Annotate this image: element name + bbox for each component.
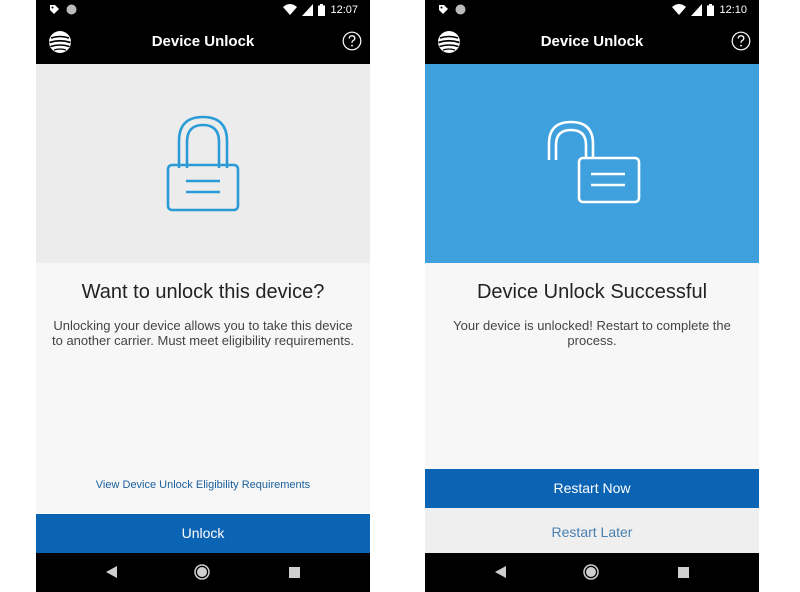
recent-apps-icon[interactable] (678, 567, 689, 578)
status-bar: 12:07 (36, 0, 370, 20)
eligibility-requirements-link[interactable]: View Device Unlock Eligibility Requireme… (36, 479, 370, 491)
hero-banner (425, 64, 759, 263)
cell-signal-icon (691, 4, 703, 16)
phone-screen-unlock-prompt: 12:07 Device Unlock Want to unlock this … (36, 0, 370, 592)
help-circle-icon[interactable] (342, 31, 362, 51)
app-title: Device Unlock (151, 33, 255, 50)
help-circle-icon[interactable] (731, 31, 751, 51)
cell-signal-icon (302, 4, 314, 16)
battery-icon (318, 4, 326, 16)
app-bar: Device Unlock (425, 20, 759, 64)
phone-screen-unlock-success: 12:10 Device Unlock Device Unlock Succes… (425, 0, 759, 592)
page-heading: Want to unlock this device? (81, 281, 325, 303)
app-bar: Device Unlock (36, 20, 370, 64)
wifi-icon (283, 4, 298, 15)
notification-dot-icon (455, 4, 466, 14)
restart-now-button[interactable]: Restart Now (425, 469, 759, 508)
unlock-button[interactable]: Unlock (36, 514, 370, 553)
hero-banner (36, 64, 370, 263)
notification-dot-icon (66, 4, 77, 14)
status-time: 12:10 (719, 4, 747, 16)
app-title: Device Unlock (540, 33, 644, 50)
battery-icon (707, 4, 715, 16)
lock-closed-icon (166, 115, 240, 211)
wifi-icon (672, 4, 687, 15)
home-icon[interactable] (194, 564, 210, 580)
page-heading: Device Unlock Successful (476, 281, 708, 303)
back-icon[interactable] (106, 566, 118, 578)
recent-apps-icon[interactable] (289, 567, 300, 578)
status-bar: 12:10 (425, 0, 759, 20)
navigation-bar (425, 553, 759, 592)
restart-later-button[interactable]: Restart Later (425, 508, 759, 553)
status-time: 12:07 (330, 4, 358, 16)
back-icon[interactable] (495, 566, 507, 578)
description-text: Your device is unlocked! Restart to comp… (453, 318, 731, 348)
lock-open-icon (547, 120, 641, 203)
notification-tag-icon (439, 5, 448, 14)
home-icon[interactable] (583, 564, 599, 580)
navigation-bar (36, 553, 370, 592)
description-text: Unlocking your device allows you to take… (52, 318, 355, 348)
notification-tag-icon (50, 5, 59, 14)
